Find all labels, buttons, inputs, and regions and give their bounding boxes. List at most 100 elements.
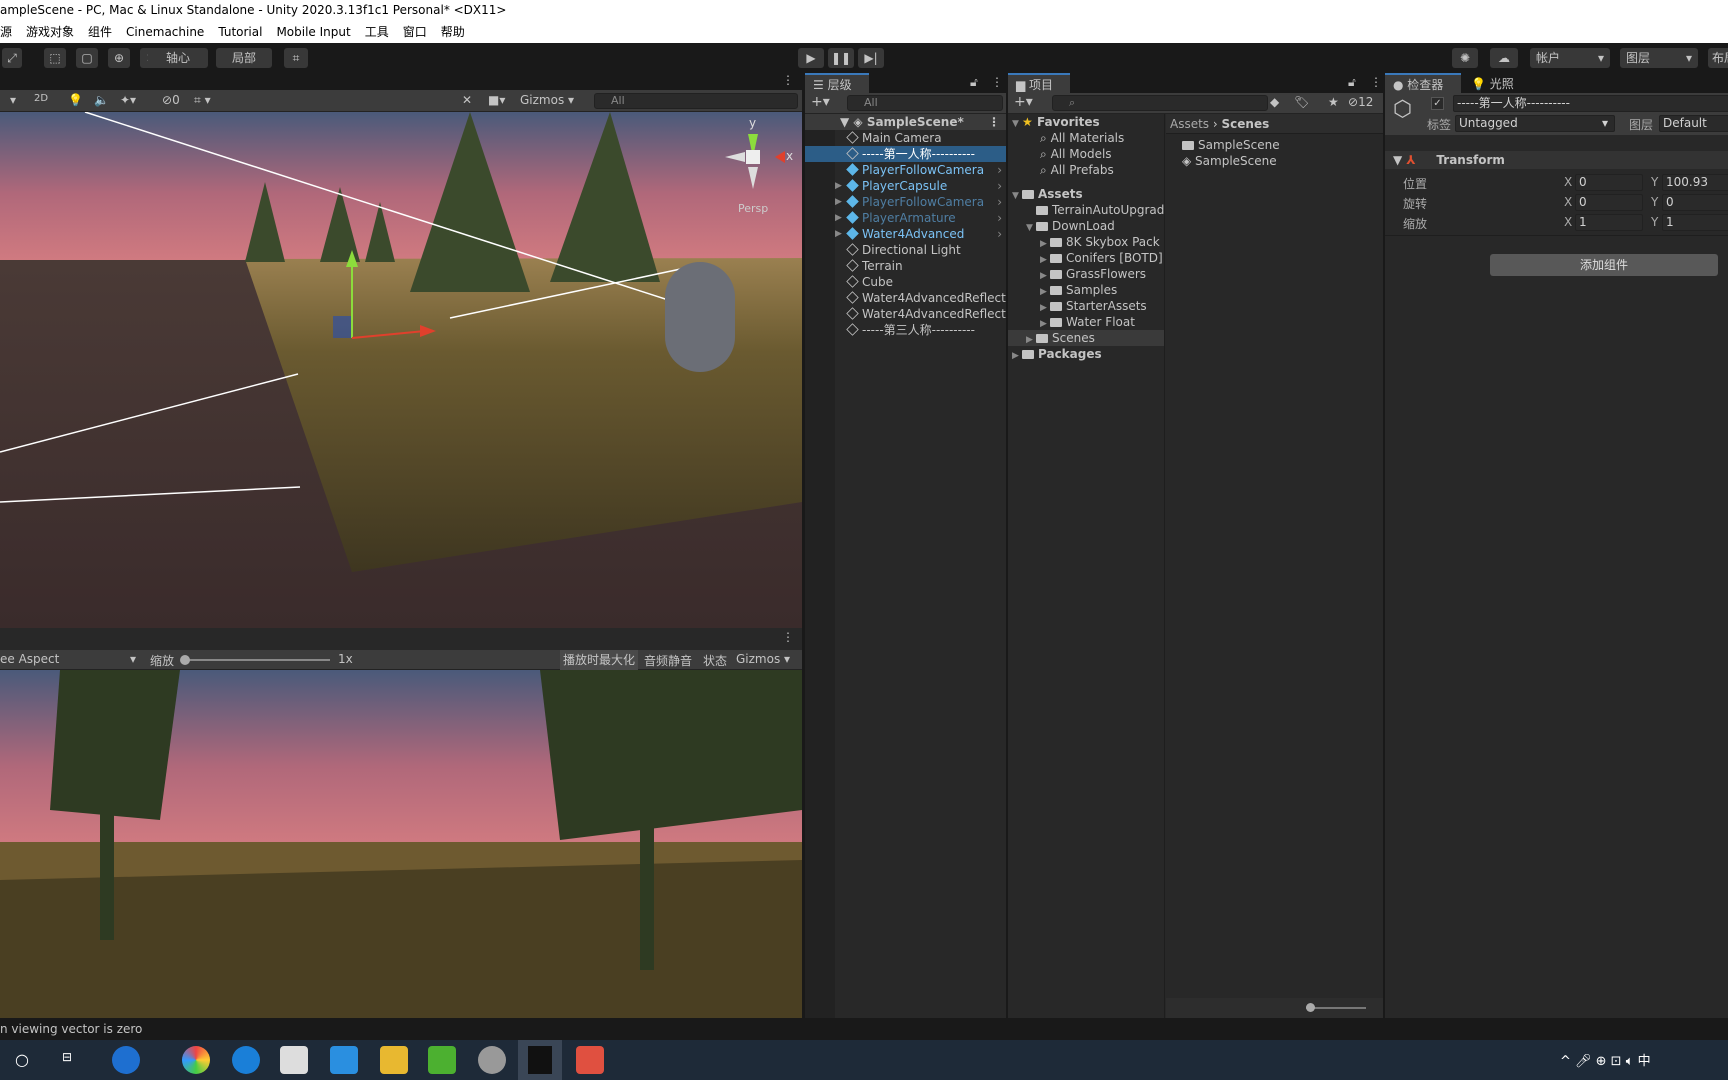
- y-field[interactable]: 0: [1662, 194, 1728, 211]
- draw-mode-dropdown[interactable]: ▾: [10, 93, 16, 107]
- project-search-input[interactable]: ⌕: [1052, 95, 1268, 111]
- y-field[interactable]: 100.93: [1662, 174, 1728, 191]
- tab-lighting[interactable]: 💡 光照: [1471, 75, 1514, 92]
- audio-icon[interactable]: 🔈: [94, 93, 109, 107]
- x-field[interactable]: 1: [1575, 214, 1643, 231]
- folder-item[interactable]: ▶ 8K Skybox Pack: [1008, 234, 1164, 250]
- menu-item[interactable]: 组件: [88, 21, 112, 43]
- expand-arrow-icon[interactable]: ▶: [1040, 236, 1050, 250]
- folder-item[interactable]: ▶ StarterAssets: [1008, 298, 1164, 314]
- account-dropdown[interactable]: 帐户 ▾: [1530, 48, 1610, 68]
- status-bar[interactable]: n viewing vector is zero: [0, 1018, 1728, 1040]
- hierarchy-item[interactable]: ▶ Water4Advanced ›: [805, 226, 1006, 242]
- tag-dropdown[interactable]: Untagged ▾: [1455, 115, 1615, 132]
- game-gizmos-dropdown[interactable]: Gizmos ▾: [736, 652, 790, 666]
- hierarchy-item[interactable]: ▶ PlayerFollowCamera ›: [805, 194, 1006, 210]
- menu-item[interactable]: Mobile Input: [276, 21, 350, 43]
- expand-arrow-icon[interactable]: ▶: [835, 178, 845, 194]
- folder-item[interactable]: ▶ Water Float: [1008, 314, 1164, 330]
- create-dropdown[interactable]: +▾: [811, 94, 830, 110]
- favorites-header[interactable]: ▼ ★ Favorites: [1008, 114, 1164, 130]
- more-icon[interactable]: ⋮: [782, 73, 794, 87]
- search-icon[interactable]: ○: [15, 1050, 29, 1069]
- folder-item[interactable]: ▶ Conifers [BOTD]: [1008, 250, 1164, 266]
- tab-inspector[interactable]: ● 检查器: [1385, 73, 1461, 93]
- task-view-icon[interactable]: ⊟: [62, 1050, 72, 1064]
- chevron-right-icon[interactable]: ›: [997, 226, 1002, 242]
- chevron-right-icon[interactable]: ›: [997, 178, 1002, 194]
- 2d-toggle[interactable]: 2D: [34, 93, 48, 104]
- menu-item[interactable]: 源: [0, 21, 12, 43]
- mail-icon[interactable]: [330, 1046, 358, 1074]
- layers-dropdown[interactable]: 图层 ▾: [1620, 48, 1698, 68]
- icon-size-slider[interactable]: [1306, 1003, 1366, 1012]
- stats-toggle[interactable]: 状态: [703, 652, 727, 669]
- expand-arrow-icon[interactable]: ▶: [1026, 332, 1036, 346]
- unity-editor-active[interactable]: [518, 1040, 562, 1080]
- breadcrumb-scenes[interactable]: Scenes: [1222, 117, 1270, 131]
- menu-item[interactable]: 工具: [365, 21, 389, 43]
- scale-tool-icon[interactable]: ⬚: [44, 48, 66, 68]
- effects-icon[interactable]: ✦▾: [120, 93, 136, 107]
- transform-header[interactable]: ▼ ⅄ Transform: [1385, 151, 1728, 169]
- file-explorer-icon[interactable]: [380, 1046, 408, 1074]
- expand-arrow-icon[interactable]: ▶: [835, 194, 845, 210]
- edge-icon[interactable]: [232, 1046, 260, 1074]
- move-tool-icon[interactable]: ⤢: [2, 48, 22, 68]
- hierarchy-search-input[interactable]: All: [847, 95, 1003, 111]
- cloud-icon[interactable]: ☁: [1490, 48, 1518, 68]
- x-field[interactable]: 0: [1575, 194, 1643, 211]
- file-item[interactable]: ◈ SampleScene: [1166, 153, 1383, 169]
- camera-icon[interactable]: ■▾: [488, 93, 505, 107]
- favorite-item[interactable]: ⌕ All Materials: [1008, 130, 1164, 146]
- hierarchy-item[interactable]: Directional Light: [805, 242, 1006, 258]
- recorder-icon[interactable]: [576, 1046, 604, 1074]
- scene-canvas[interactable]: y x Persp: [0, 112, 802, 628]
- favorite-item[interactable]: ⌕ All Models: [1008, 146, 1164, 162]
- chevron-right-icon[interactable]: ›: [997, 194, 1002, 210]
- camtasia-icon[interactable]: [428, 1046, 456, 1074]
- more-icon[interactable]: ⋮: [988, 114, 1000, 130]
- hidden-packages-toggle[interactable]: ⊘12: [1348, 95, 1373, 109]
- menu-item[interactable]: Cinemachine: [126, 21, 204, 43]
- play-button[interactable]: ▶: [798, 48, 824, 68]
- hierarchy-item[interactable]: PlayerFollowCamera ›: [805, 162, 1006, 178]
- expand-arrow-icon[interactable]: ▶: [835, 226, 845, 242]
- y-field[interactable]: 1: [1662, 214, 1728, 231]
- expand-arrow-icon[interactable]: ▶: [1040, 268, 1050, 282]
- hierarchy-item[interactable]: -----第一人称----------: [805, 146, 1006, 162]
- hierarchy-item[interactable]: Terrain: [805, 258, 1006, 274]
- hierarchy-item[interactable]: -----第三人称----------: [805, 322, 1006, 338]
- scene-header[interactable]: ▼ ◈ SampleScene* ⋮: [805, 114, 1006, 130]
- expand-arrow-icon[interactable]: ▼: [1026, 220, 1036, 234]
- lighting-icon[interactable]: 💡: [68, 93, 83, 107]
- expand-arrow-icon[interactable]: ▶: [835, 210, 845, 226]
- folder-item[interactable]: ▶ Samples: [1008, 282, 1164, 298]
- layer-dropdown[interactable]: Default: [1659, 115, 1728, 132]
- services-icon[interactable]: ✺: [1452, 48, 1478, 68]
- folder-item[interactable]: ▼ DownLoad: [1008, 218, 1164, 234]
- pause-button[interactable]: ❚❚: [828, 48, 854, 68]
- filter-type-icon[interactable]: ◆: [1270, 95, 1279, 109]
- more-icon[interactable]: ⋮: [991, 75, 1003, 89]
- mute-audio-toggle[interactable]: 音频静音: [644, 652, 692, 669]
- maximize-on-play-toggle[interactable]: 播放时最大化: [560, 650, 639, 670]
- favorite-item[interactable]: ⌕ All Prefabs: [1008, 162, 1164, 178]
- game-canvas[interactable]: [0, 670, 802, 1018]
- unity-hub-icon[interactable]: [478, 1046, 506, 1074]
- hierarchy-item[interactable]: Water4AdvancedReflection: [805, 306, 1006, 322]
- add-component-button[interactable]: 添加组件: [1490, 254, 1718, 276]
- expand-arrow-icon[interactable]: ▶: [1040, 300, 1050, 314]
- tools-icon[interactable]: ✕: [462, 93, 472, 107]
- hierarchy-item[interactable]: ▶ PlayerArmature ›: [805, 210, 1006, 226]
- hierarchy-item[interactable]: ▶ PlayerCapsule ›: [805, 178, 1006, 194]
- lock-icon[interactable]: 🔓︎: [970, 75, 978, 90]
- slider-handle[interactable]: [180, 655, 190, 665]
- more-icon[interactable]: ⋮: [782, 630, 794, 644]
- tab-hierarchy[interactable]: ☰ 层级: [805, 73, 869, 93]
- transform-tool-icon[interactable]: ⊕: [108, 48, 130, 68]
- chevron-right-icon[interactable]: ›: [997, 162, 1002, 178]
- aspect-dropdown[interactable]: ee Aspect ▾: [0, 652, 136, 666]
- chevron-right-icon[interactable]: ›: [997, 210, 1002, 226]
- tab-project[interactable]: ▆ 项目: [1008, 73, 1070, 93]
